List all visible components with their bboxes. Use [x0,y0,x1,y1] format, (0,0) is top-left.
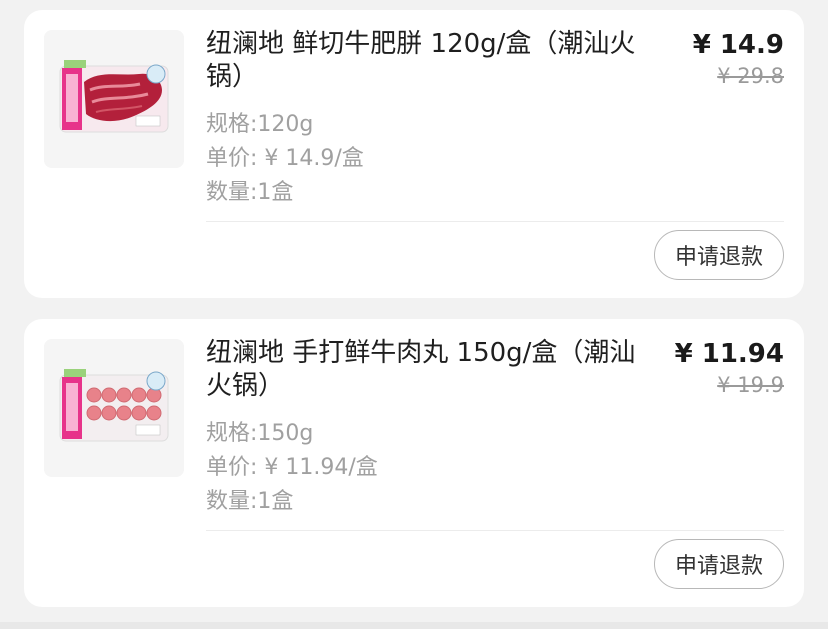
product-spec: 规格:150g [206,421,314,446]
original-price: ¥ 19.9 [717,373,784,397]
divider [206,221,784,222]
price-block: ¥ 11.94 ¥ 19.9 [675,337,784,399]
original-price: ¥ 29.8 [717,64,784,88]
quantity: 数量:1盒 [206,489,294,514]
beef-balls-package-image [44,339,184,477]
request-refund-button[interactable]: 申请退款 [654,539,784,589]
product-meta: 规格:150g 单价: ¥ 11.94/盒 数量:1盒 [206,417,378,519]
product-meta: 规格:120g 单价: ¥ 14.9/盒 数量:1盒 [206,108,364,210]
request-refund-button[interactable]: 申请退款 [654,230,784,280]
product-title[interactable]: 纽澜地 手打鲜牛肉丸 150g/盒（潮汕火锅） [206,337,636,403]
current-price: ¥ 14.9 [692,30,784,60]
divider [206,530,784,531]
unit-price: 单价: ¥ 11.94/盒 [206,455,378,480]
order-item-card: 纽澜地 鲜切牛肥胼 120g/盒（潮汕火锅） ¥ 14.9 ¥ 29.8 规格:… [24,10,804,298]
product-title[interactable]: 纽澜地 鲜切牛肥胼 120g/盒（潮汕火锅） [206,28,636,94]
product-thumbnail[interactable] [44,30,184,168]
unit-price: 单价: ¥ 14.9/盒 [206,146,364,171]
beef-slices-package-image [44,30,184,168]
quantity: 数量:1盒 [206,180,294,205]
current-price: ¥ 11.94 [674,339,784,369]
price-block: ¥ 14.9 ¥ 29.8 [693,28,784,90]
order-item-card: 纽澜地 手打鲜牛肉丸 150g/盒（潮汕火锅） ¥ 11.94 ¥ 19.9 规… [24,319,804,607]
product-thumbnail[interactable] [44,339,184,477]
bottom-separator [0,622,828,629]
order-item-list: 纽澜地 鲜切牛肥胼 120g/盒（潮汕火锅） ¥ 14.9 ¥ 29.8 规格:… [0,0,828,629]
product-spec: 规格:120g [206,112,314,137]
